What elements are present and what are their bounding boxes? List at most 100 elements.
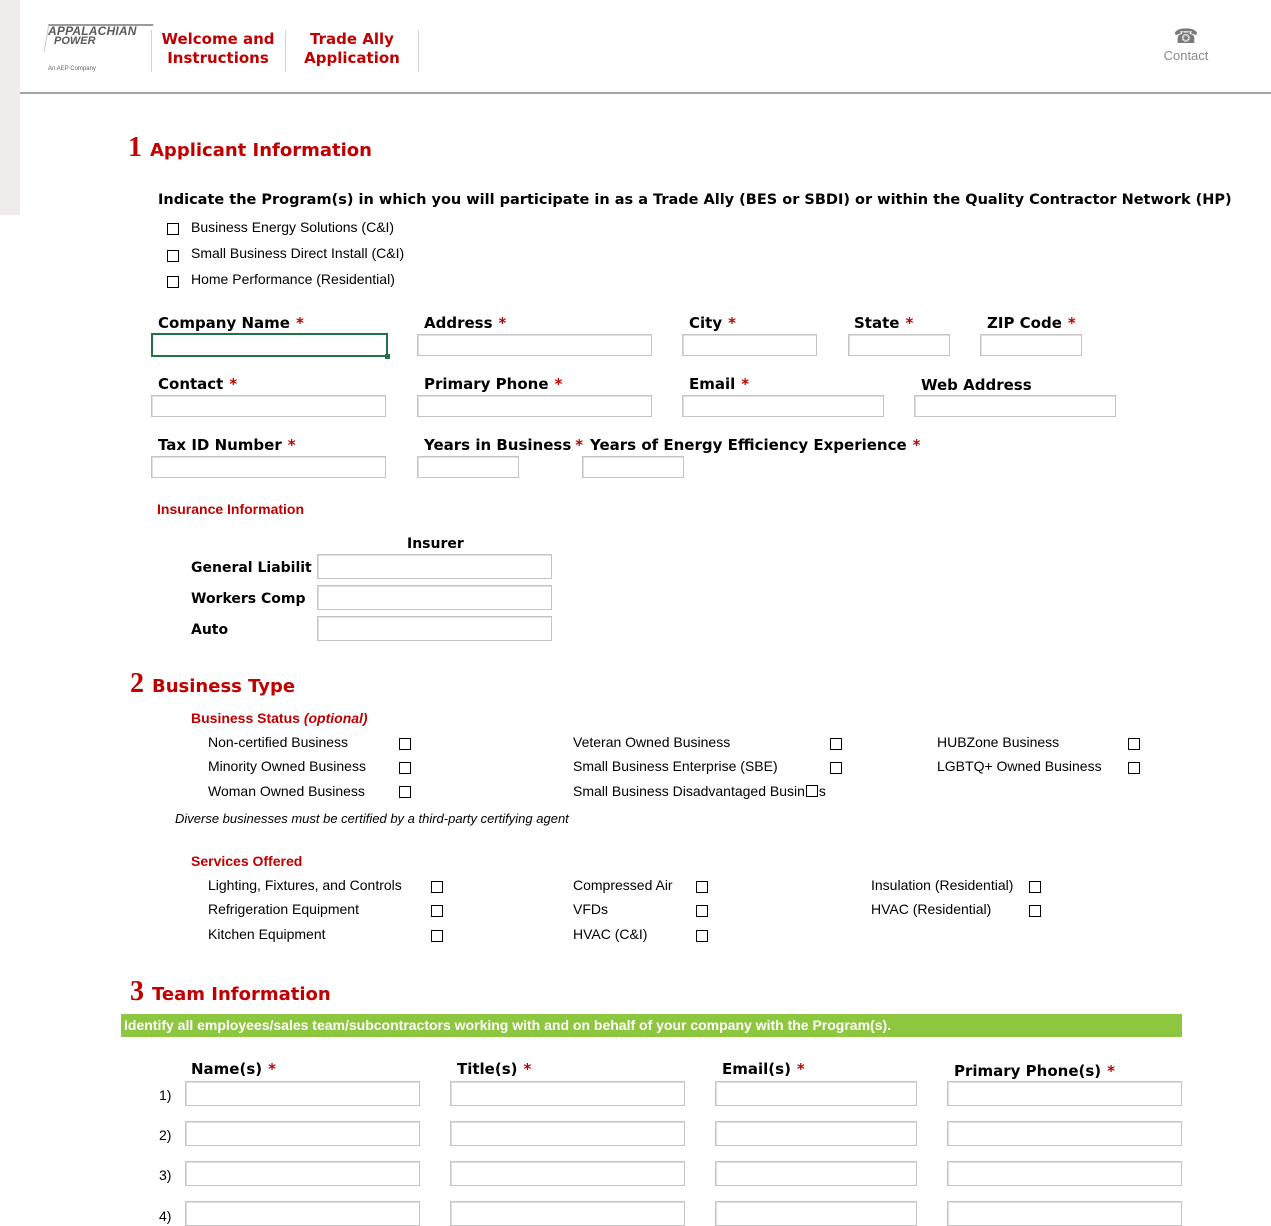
checkbox-hp[interactable] [167,276,179,288]
checkbox-sbe[interactable] [830,762,842,774]
checkbox-hubzone[interactable] [1128,738,1140,750]
general-liability-insurer-input[interactable] [317,554,552,579]
email-label: Email * [689,375,749,393]
required-mark: * [912,436,921,454]
section-title: Team Information [152,984,331,1005]
team-email-input[interactable] [715,1121,917,1146]
left-margin-strip [0,0,20,215]
contact-input[interactable] [151,395,386,417]
status-label-sbe: Small Business Enterprise (SBE) [573,758,778,774]
label-text: Primary Phone(s) [954,1062,1102,1080]
form-sheet: APPALACHIAN POWER An AEP Company Welcome… [20,0,1271,1226]
service-label-hvac-ci: HVAC (C&I) [573,926,648,942]
checkbox-sbd[interactable] [805,785,818,797]
team-row-number: 3) [159,1167,172,1183]
team-title-input[interactable] [450,1081,685,1106]
checkbox-sbdi[interactable] [167,250,179,262]
insurer-header: Insurer [407,536,464,552]
nav-welcome-line1: Welcome and [161,30,275,48]
team-phone-input[interactable] [947,1121,1182,1146]
team-email-input[interactable] [715,1161,917,1186]
team-phone-input[interactable] [947,1081,1182,1106]
email-input[interactable] [682,395,884,417]
checkbox-hvac-ci[interactable] [696,930,708,942]
checkbox-lgbtq[interactable] [1128,762,1140,774]
contact-button[interactable]: ☎ Contact [1156,26,1216,74]
label-text: Email(s) [722,1060,791,1078]
team-name-input[interactable] [185,1081,420,1106]
company-name-input[interactable] [151,333,390,359]
city-label: City * [689,314,736,332]
checkbox-non-certified[interactable] [399,738,411,750]
checkbox-woman[interactable] [399,786,411,798]
checkbox-compressed-air[interactable] [696,881,708,893]
nav-welcome-instructions[interactable]: Welcome and Instructions [151,30,284,72]
insurance-row-general-liability: General Liabilit [191,560,312,576]
service-label-hvac-residential: HVAC (Residential) [871,901,992,917]
checkbox-bes[interactable] [167,223,179,235]
checkbox-refrigeration[interactable] [431,905,443,917]
state-input[interactable] [848,334,950,356]
checkbox-lighting[interactable] [431,881,443,893]
auto-insurer-input[interactable] [317,616,552,641]
checkbox-veteran[interactable] [830,738,842,750]
team-name-input[interactable] [185,1121,420,1146]
tax-id-input[interactable] [151,456,386,478]
required-mark: * [1067,314,1076,332]
label-text: Email [689,375,736,393]
checkbox-hvac-residential[interactable] [1029,905,1041,917]
team-title-input[interactable] [450,1161,685,1186]
team-email-input[interactable] [715,1081,917,1106]
service-label-lighting: Lighting, Fixtures, and Controls [208,877,402,893]
required-mark: * [575,436,584,454]
team-email-input[interactable] [715,1201,917,1226]
team-name-input[interactable] [185,1161,420,1186]
section-title: Applicant Information [150,140,372,161]
years-business-input[interactable] [417,456,519,478]
team-row-number: 2) [159,1127,172,1143]
address-input[interactable] [417,334,652,356]
checkbox-vfds[interactable] [696,905,708,917]
logo-tagline: An AEP Company [48,66,96,72]
label-text: Business Status [191,710,300,726]
checkbox-kitchen[interactable] [431,930,443,942]
team-name-input[interactable] [185,1201,420,1226]
years-business-label: Years in Business * [424,436,583,454]
service-label-vfds: VFDs [573,901,608,917]
years-ee-label: Years of Energy Efficiency Experience * [590,436,921,454]
company-name-label: Company Name * [158,314,304,332]
label-text: Contact [158,375,224,393]
status-label-non-certified: Non-certified Business [208,734,349,750]
years-ee-input[interactable] [582,456,684,478]
required-mark: * [741,375,750,393]
team-title-input[interactable] [450,1201,685,1226]
label-text: Tax ID Number [158,436,282,454]
tax-id-label: Tax ID Number * [158,436,296,454]
label-text: Address [424,314,493,332]
section-number: 2 [130,668,144,699]
required-mark: * [268,1060,276,1078]
team-title-input[interactable] [450,1121,685,1146]
program-label-bes: Business Energy Solutions (C&I) [191,219,395,235]
team-phone-input[interactable] [947,1201,1182,1226]
status-label-woman: Woman Owned Business [208,783,365,799]
program-label-hp: Home Performance (Residential) [191,271,395,287]
team-row-number: 4) [159,1208,172,1224]
service-label-refrigeration: Refrigeration Equipment [208,901,359,917]
web-address-input[interactable] [914,395,1116,417]
phone-icon: ☎ [1173,26,1199,48]
label-text: State [854,314,900,332]
label-text: Primary Phone [424,375,549,393]
workers-comp-insurer-input[interactable] [317,585,552,610]
address-label: Address * [424,314,506,332]
checkbox-minority[interactable] [399,762,411,774]
primary-phone-input[interactable] [417,395,652,417]
city-input[interactable] [682,334,817,356]
team-col-emails: Email(s) * [722,1060,805,1078]
checkbox-insulation[interactable] [1029,881,1041,893]
nav-trade-ally-application[interactable]: Trade Ally Application [285,30,419,72]
program-prompt: Indicate the Program(s) in which you wil… [158,192,1232,208]
zip-input[interactable] [980,334,1082,356]
required-mark: * [554,375,563,393]
team-phone-input[interactable] [947,1161,1182,1186]
